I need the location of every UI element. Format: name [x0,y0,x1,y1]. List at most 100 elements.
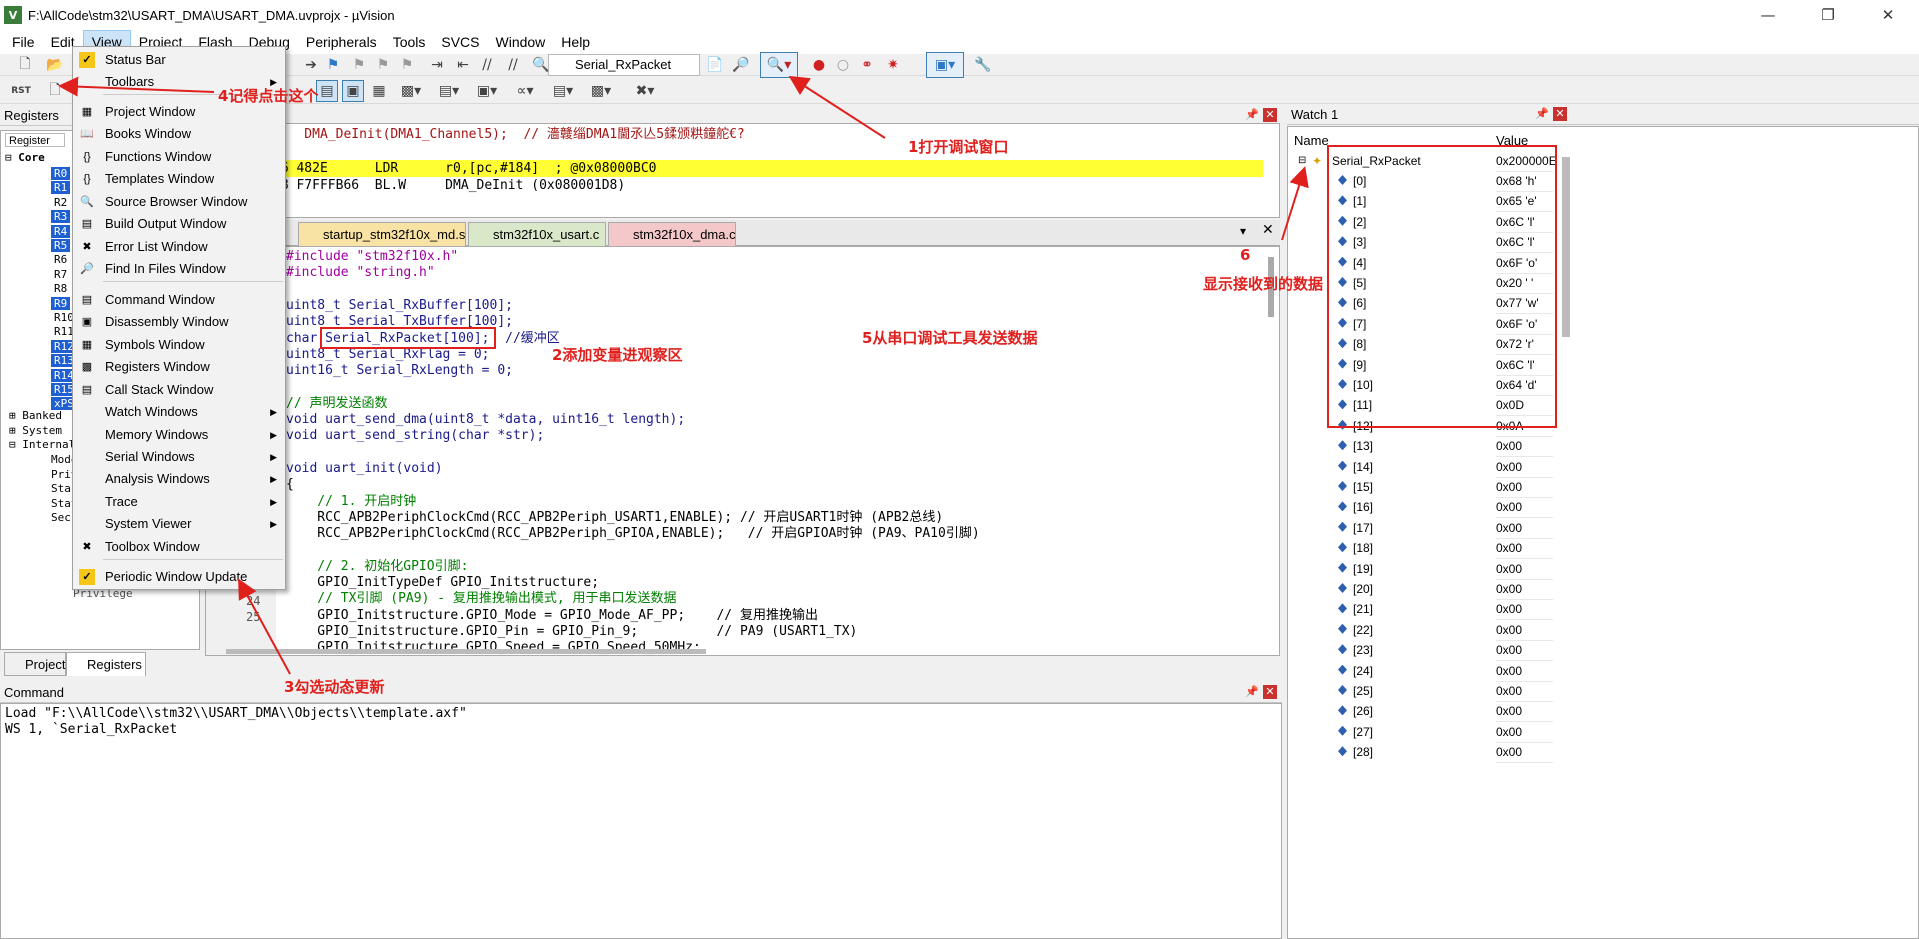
watch-row[interactable]: [23] 0x00 [1288,640,1558,662]
view-menu-disassembly-window[interactable]: ▣ Disassembly Window [73,311,285,333]
editor-hscroll-thumb[interactable] [226,649,706,654]
uncomment-icon[interactable]: // [502,54,524,76]
analysis-window-icon[interactable]: ▩▾ [584,80,618,102]
tab-startup-file[interactable]: startup_stm32f10x_md.s [298,222,466,246]
view-menu-toolbox-window[interactable]: ✖ Toolbox Window [73,536,285,558]
tab-project[interactable]: Project [4,652,66,676]
serial-window-icon[interactable]: ▤▾ [546,80,580,102]
watch-row[interactable]: [20] 0x00 [1288,579,1558,600]
register-r2[interactable]: R2 [51,196,67,210]
toolbox-icon[interactable]: ✖▾ [628,80,662,102]
watch-row[interactable]: [25] 0x00 [1288,681,1558,702]
run-icon[interactable]: 🗋 [44,80,66,102]
tab-usart-file[interactable]: stm32f10x_usart.c [468,222,606,246]
menu-window[interactable]: Window [488,30,554,54]
reset-icon[interactable]: RST [10,80,32,102]
prev-bookmark-icon[interactable]: ⚑ [348,54,370,76]
view-menu-build-output-window[interactable]: ▤ Build Output Window [73,213,285,235]
maximize-button[interactable]: ❐ [1805,0,1851,30]
close-window-button[interactable]: ✕ [1865,0,1911,30]
view-menu-functions-window[interactable]: {} Functions Window [73,146,285,168]
minimize-button[interactable]: — [1745,0,1791,30]
register-r7[interactable]: R7 [51,268,67,282]
clear-bookmarks-icon[interactable]: ⚑ [396,54,418,76]
expand-icon[interactable]: ⊞ [9,409,16,422]
register-r1[interactable]: R1 [51,181,71,195]
view-menu-call-stack-window[interactable]: ▤ Call Stack Window [73,379,285,401]
command-pin-icon[interactable]: 📌 [1245,685,1259,698]
disassembly-window-icon[interactable]: ▣ [342,80,364,102]
register-group-system[interactable]: ⊞ System [9,424,62,438]
incremental-find-icon[interactable]: 🔎 [730,54,752,76]
open-file-icon[interactable]: 📂 [44,54,66,76]
menu-file[interactable]: File [4,30,43,54]
command-window-icon[interactable]: ▤ [316,80,338,102]
kill-breakpoints-icon[interactable]: ✷ [882,54,904,76]
view-menu-trace[interactable]: Trace ▶ [73,491,285,513]
watch-row[interactable]: [21] 0x00 [1288,599,1558,621]
insert-breakpoint-icon[interactable]: ● [808,54,830,76]
view-menu-memory-windows[interactable]: Memory Windows ▶ [73,424,285,446]
registers-window-icon[interactable]: ▩▾ [394,80,428,102]
symbols-window-icon[interactable]: ▦ [368,80,390,102]
watch-row[interactable]: [14] 0x00 [1288,457,1558,478]
register-r5[interactable]: R5 [51,239,71,253]
configure-icon[interactable]: 🔧 [972,54,994,76]
view-menu-find-in-files-window[interactable]: 🔎 Find In Files Window [73,258,285,280]
watch-row[interactable]: [26] 0x00 [1288,701,1558,723]
register-r8[interactable]: R8 [51,282,67,296]
bookmark-icon[interactable]: ⚑ [322,54,344,76]
expand-icon[interactable]: ⊟ [9,438,16,451]
start-debug-icon[interactable]: 🔍▾ [760,52,798,78]
register-r3[interactable]: R3 [51,210,71,224]
watch-row[interactable]: [28] 0x00 [1288,742,1558,764]
watch-row[interactable]: [16] 0x00 [1288,497,1558,519]
view-menu-books-window[interactable]: 📖 Books Window [73,123,285,145]
watch-close-button[interactable]: ✕ [1553,107,1567,121]
core-group[interactable]: ⊟ Core [5,151,45,165]
menu-svcs[interactable]: SVCS [433,30,487,54]
view-menu-symbols-window[interactable]: ▦ Symbols Window [73,334,285,356]
watch-row[interactable]: [24] 0x00 [1288,661,1558,682]
view-menu-command-window[interactable]: ▤ Command Window [73,289,285,311]
menu-help[interactable]: Help [553,30,598,54]
register-r9[interactable]: R9 [51,296,71,311]
view-menu-serial-windows[interactable]: Serial Windows ▶ [73,446,285,468]
source-editor[interactable]: 22232425 #include "stm32f10x.h"#include … [205,246,1280,656]
command-close-button[interactable]: ✕ [1263,685,1277,699]
view-menu-analysis-windows[interactable]: Analysis Windows ▶ [73,468,285,490]
tabs-close-icon[interactable]: ✕ [1262,222,1274,238]
register-r10[interactable]: R10 [51,311,74,325]
watch-row[interactable]: [13] 0x00 [1288,436,1558,458]
view-menu-periodic-window-update[interactable]: ✓ Periodic Window Update [73,566,285,588]
tab-registers[interactable]: Registers [66,652,146,676]
watch-row[interactable]: [22] 0x00 [1288,620,1558,641]
view-menu-system-viewer[interactable]: System Viewer ▶ [73,513,285,535]
register-r6[interactable]: R6 [51,253,67,267]
indent-icon[interactable]: ⇥ [426,54,448,76]
watch-row[interactable]: [17] 0x00 [1288,518,1558,539]
expand-icon[interactable]: ⊞ [9,424,16,437]
disasm-close-button[interactable]: ✕ [1263,108,1277,122]
enable-breakpoint-icon[interactable]: ○ [832,54,854,76]
new-file-icon[interactable]: 🗋 [14,54,36,76]
view-menu-status-bar[interactable]: ✓ Status Bar [73,49,285,71]
watch-row[interactable]: [18] 0x00 [1288,538,1558,560]
register-group-internal[interactable]: ⊟ Internal [9,438,75,452]
register-internal-item[interactable]: Sec [51,511,71,525]
collapse-icon[interactable]: ⊟ [1298,151,1306,171]
menu-peripherals[interactable]: Peripherals [298,30,385,54]
watch-row[interactable]: [15] 0x00 [1288,477,1558,498]
register-r11[interactable]: R11 [51,325,74,339]
register-group-banked[interactable]: ⊞ Banked [9,409,62,423]
view-menu-templates-window[interactable]: {} Templates Window [73,168,285,190]
window-layout-icon[interactable]: ▣▾ [926,52,964,78]
register-r4[interactable]: R4 [51,224,71,239]
target-combo[interactable]: Serial_RxPacket [548,54,700,76]
view-menu-error-list-window[interactable]: ✖ Error List Window [73,236,285,258]
watch-row[interactable]: [27] 0x00 [1288,722,1558,743]
watch-vscroll-thumb[interactable] [1562,157,1570,337]
next-bookmark-icon[interactable]: ⚑ [372,54,394,76]
forward-icon[interactable]: ➔ [300,54,322,76]
unindent-icon[interactable]: ⇤ [452,54,474,76]
